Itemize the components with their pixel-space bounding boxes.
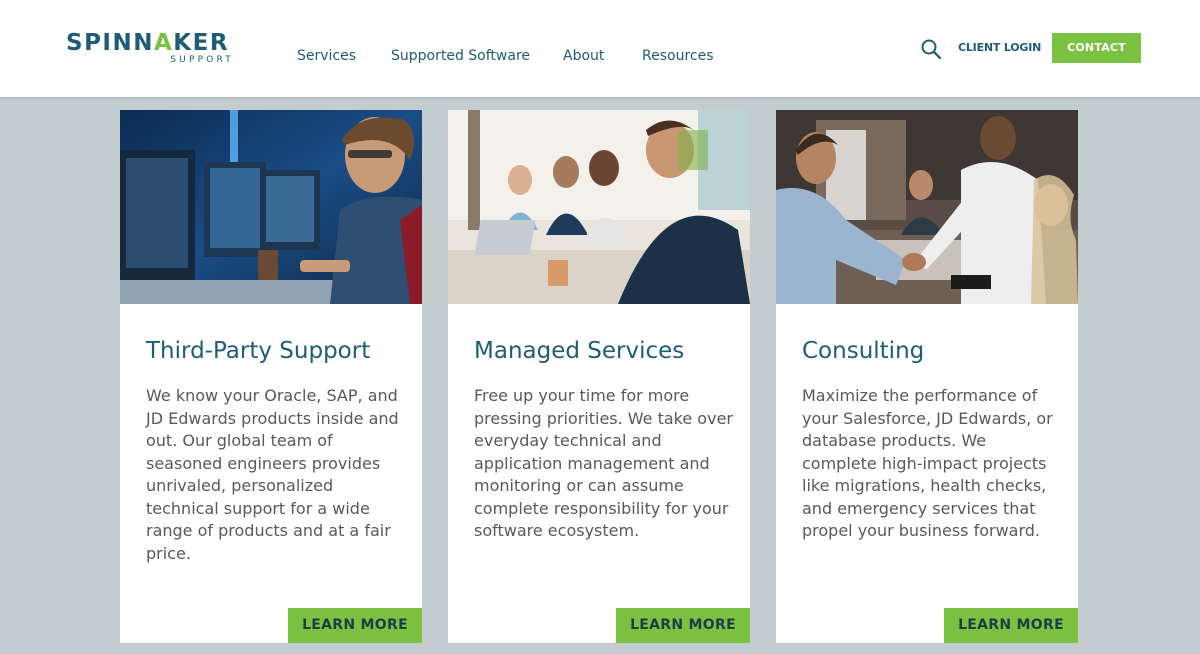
nav-item-services[interactable]: Services [297, 47, 356, 65]
nav-item-about[interactable]: About [563, 47, 604, 65]
card-description: Free up your time for more pressing prio… [474, 386, 733, 540]
client-login-link[interactable]: CLIENT LOGIN [958, 40, 1041, 56]
card-description: We know your Oracle, SAP, and JD Edwards… [146, 386, 399, 563]
learn-more-button[interactable]: LEARN MORE [616, 608, 750, 643]
handshake-meeting-photo [776, 110, 1078, 304]
nav-item-supported-software[interactable]: Supported Software [391, 47, 530, 65]
logo-subtitle: SUPPORT [170, 55, 234, 65]
service-card-third-party-support: Third-Party Support We know your Oracle,… [120, 110, 422, 643]
card-description: Maximize the performance of your Salesfo… [802, 386, 1053, 540]
search-icon[interactable] [920, 38, 942, 60]
logo-wordmark: SPINNAKER [66, 30, 230, 56]
card-title: Managed Services [474, 338, 685, 364]
card-title: Consulting [802, 338, 925, 364]
service-card-consulting: Consulting Maximize the performance of y… [776, 110, 1078, 643]
contact-button[interactable]: CONTACT [1052, 33, 1141, 63]
team-meeting-photo [448, 110, 750, 304]
learn-more-button[interactable]: LEARN MORE [944, 608, 1078, 643]
engineer-at-monitors-photo [120, 110, 422, 304]
site-header: SPINNAKER SUPPORT Services Supported Sof… [0, 0, 1200, 97]
learn-more-button[interactable]: LEARN MORE [288, 608, 422, 643]
nav-item-resources[interactable]: Resources [642, 47, 714, 65]
card-title: Third-Party Support [146, 338, 371, 364]
spinnaker-logo[interactable]: SPINNAKER SUPPORT [66, 30, 236, 66]
service-card-managed-services: Managed Services Free up your time for m… [448, 110, 750, 643]
